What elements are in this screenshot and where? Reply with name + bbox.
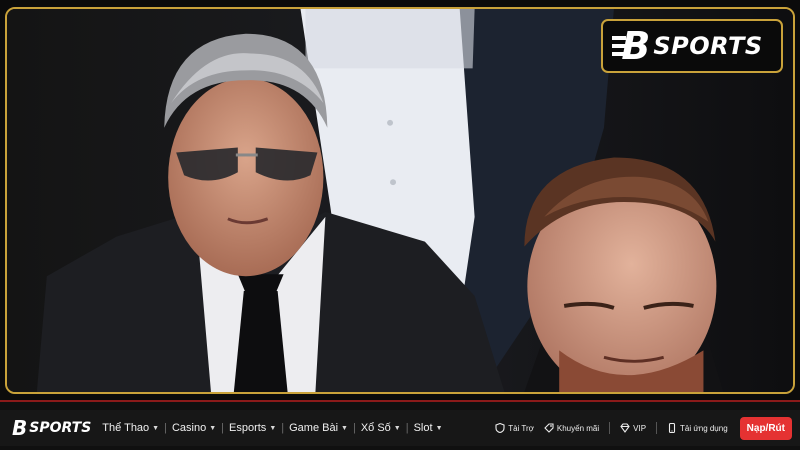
menu-separator: | — [281, 422, 285, 434]
menu-item-game-bai[interactable]: Game Bài ▼ — [286, 422, 351, 434]
menu-item-slot[interactable]: Slot ▼ — [411, 422, 446, 434]
link-vip[interactable]: VIP — [620, 423, 646, 433]
hero-photo-frame: B SPORTS — [5, 7, 795, 394]
menu-item-xo-so[interactable]: Xổ Số ▼ — [358, 422, 404, 434]
phone-icon — [668, 423, 676, 433]
menu-label: Esports — [229, 422, 267, 434]
menu-separator: | — [221, 422, 225, 434]
caret-down-icon: ▼ — [393, 424, 401, 432]
nav-inner: B SPORTS Thể Thao ▼ | Casino ▼ | Esports… — [0, 410, 800, 446]
link-label: VIP — [633, 423, 647, 433]
menu-item-esports[interactable]: Esports ▼ — [226, 422, 279, 434]
link-label: Khuyến mãi — [556, 423, 600, 433]
right-links: Tài Trợ Khuyến mãi VIP Tải ứng dụng Nạp/… — [495, 416, 792, 440]
menu-item-the-thao[interactable]: Thể Thao ▼ — [99, 422, 162, 434]
link-tai-tro[interactable]: Tài Trợ — [495, 423, 534, 433]
bottom-nav-bar: B SPORTS Thể Thao ▼ | Casino ▼ | Esports… — [0, 400, 800, 450]
menu-label: Xổ Số — [360, 422, 391, 434]
menu-separator: | — [405, 422, 409, 434]
nav-logo-text: SPORTS — [29, 420, 92, 436]
menu-separator: | — [352, 422, 356, 434]
shield-icon — [495, 423, 505, 433]
link-label: Tải ứng dụng — [680, 423, 728, 433]
nav-logo[interactable]: B SPORTS — [12, 418, 91, 438]
menu-separator: | — [164, 422, 167, 434]
deposit-withdraw-button[interactable]: Nạp/Rút — [739, 416, 792, 440]
caret-down-icon: ▼ — [435, 424, 443, 432]
menu-label: Slot — [413, 422, 433, 434]
link-divider — [609, 422, 611, 434]
caret-down-icon: ▼ — [341, 424, 348, 432]
diamond-icon — [620, 423, 630, 433]
tag-icon — [544, 423, 554, 433]
caret-down-icon: ▼ — [269, 424, 277, 432]
brand-badge: B SPORTS — [601, 19, 783, 73]
caret-down-icon: ▼ — [152, 424, 160, 432]
menu-label: Casino — [171, 422, 207, 434]
link-khuyen-mai[interactable]: Khuyến mãi — [544, 423, 599, 433]
menu-label: Thể Thao — [102, 422, 150, 434]
brand-name: SPORTS — [653, 32, 763, 60]
link-divider — [656, 422, 658, 434]
link-label: Tài Trợ — [508, 423, 534, 433]
nav-logo-mark-icon: B — [12, 416, 28, 440]
link-tai-ung-dung[interactable]: Tải ứng dụng — [667, 423, 728, 433]
caret-down-icon: ▼ — [209, 424, 217, 432]
menu-item-casino[interactable]: Casino ▼ — [169, 422, 219, 434]
brand-mark-icon: B — [612, 24, 650, 68]
main-menu: Thể Thao ▼ | Casino ▼ | Esports ▼ | Game… — [99, 422, 445, 434]
menu-label: Game Bài — [289, 422, 339, 434]
